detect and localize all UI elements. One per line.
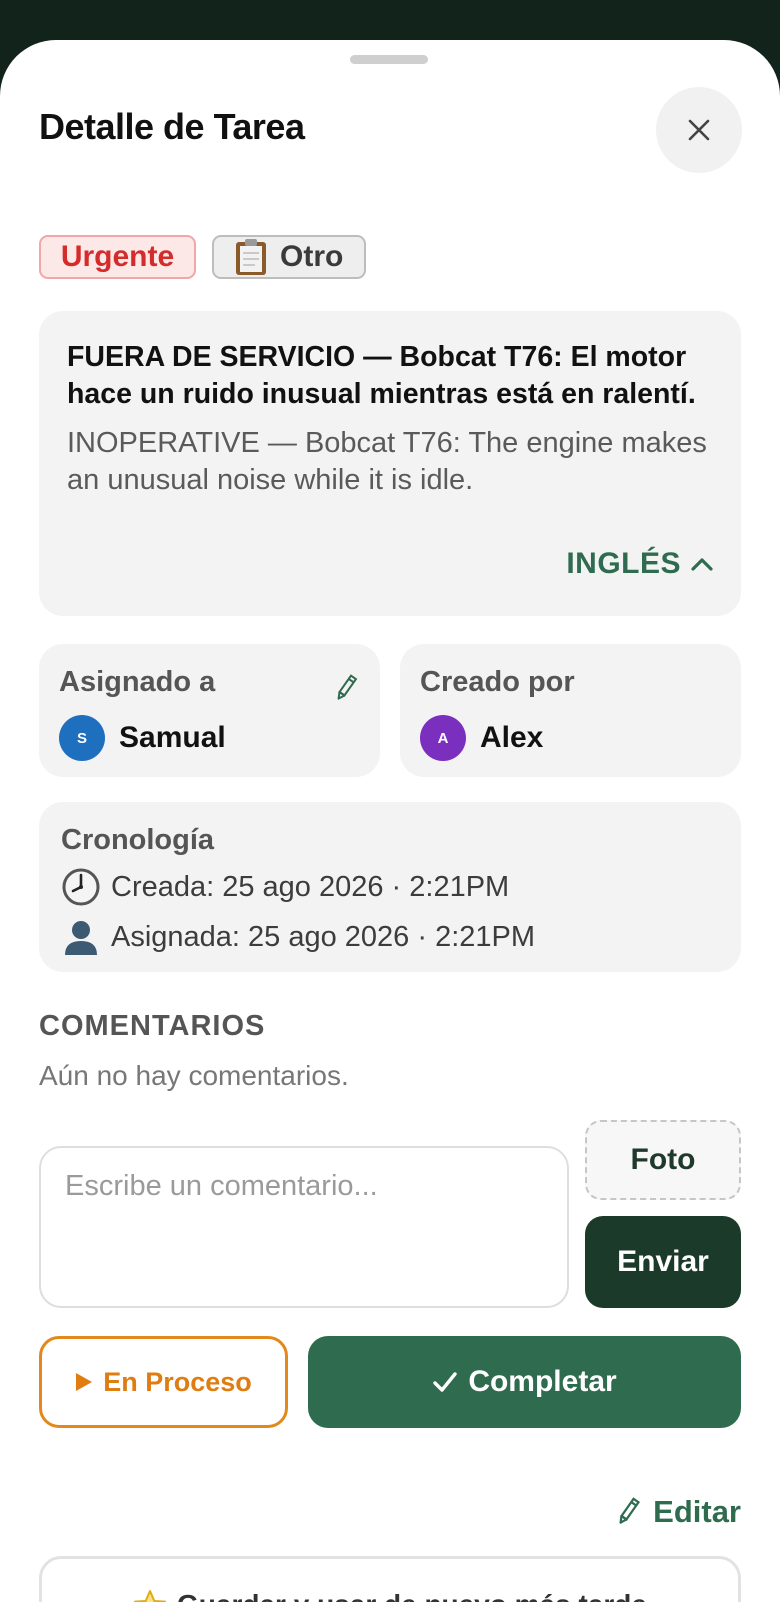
chevron-up-icon [691, 558, 713, 571]
checkmark-icon [433, 1372, 458, 1392]
star-icon [134, 1590, 167, 1602]
creator: A Alex [420, 715, 721, 761]
complete-button[interactable]: Completar [308, 1336, 741, 1428]
assignee-name: Samual [119, 721, 226, 754]
assignee-avatar: S [59, 715, 105, 761]
in-progress-label: En Proceso [103, 1366, 252, 1397]
assignee: S Samual [59, 715, 360, 761]
comments-title: COMENTARIOS [39, 1010, 266, 1042]
timeline-card: Cronología Creada: 25 ago 2026 · 2:21PM … [39, 802, 741, 972]
assigned-to-label: Asignado a [59, 666, 216, 698]
page-title: Detalle de Tarea [39, 106, 305, 147]
pencil-icon[interactable] [332, 674, 360, 702]
creator-avatar: A [420, 715, 466, 761]
complete-label: Completar [468, 1365, 617, 1398]
clock-icon [62, 868, 100, 906]
edit-label: Editar [653, 1494, 741, 1529]
clipboard-icon [236, 239, 266, 275]
comment-input[interactable] [39, 1146, 569, 1308]
created-by-label: Creado por [420, 666, 575, 698]
close-button[interactable] [656, 87, 742, 173]
sheet-grabber[interactable] [350, 55, 428, 64]
in-progress-button[interactable]: En Proceso [39, 1336, 288, 1428]
description-primary: FUERA DE SERVICIO — Bobcat T76: El motor… [67, 341, 696, 410]
comments-empty-state: Aún no hay comentarios. [39, 1060, 349, 1091]
timeline-assigned-text: Asignada: 25 ago 2026 · 2:21PM [111, 920, 536, 953]
priority-badge: Urgente [39, 235, 196, 279]
edit-button[interactable]: Editar [613, 1494, 741, 1530]
language-toggle-label: INGLÉS [566, 547, 681, 580]
created-by-card: Creado por A Alex [400, 644, 741, 777]
person-silhouette-icon [65, 921, 97, 955]
creator-name: Alex [480, 721, 544, 754]
save-for-later-label: Guardar y usar de nuevo más tarde [177, 1589, 647, 1602]
play-icon [76, 1373, 93, 1391]
timeline-created: Creada: 25 ago 2026 · 2:21PM [61, 867, 719, 907]
timeline-created-text: Creada: 25 ago 2026 · 2:21PM [111, 870, 510, 903]
category-label: Otro [280, 240, 344, 273]
close-icon [688, 119, 710, 141]
save-for-later-button[interactable]: Guardar y usar de nuevo más tarde [39, 1556, 741, 1602]
pencil-icon [619, 1497, 641, 1524]
description-card: FUERA DE SERVICIO — Bobcat T76: El motor… [39, 311, 741, 616]
task-detail-sheet: Detalle de Tarea Urgente Otro FUERA DE S… [0, 40, 780, 1602]
timeline-assigned: Asignada: 25 ago 2026 · 2:21PM [61, 917, 719, 957]
assigned-to-card[interactable]: Asignado a S Samual [39, 644, 380, 777]
timeline-title: Cronología [61, 824, 215, 856]
language-toggle[interactable]: INGLÉS [566, 547, 713, 581]
send-button[interactable]: Enviar [585, 1216, 741, 1308]
category-badge: Otro [212, 235, 366, 279]
photo-button[interactable]: Foto [585, 1120, 741, 1200]
description-translation: INOPERATIVE — Bobcat T76: The engine mak… [67, 427, 707, 496]
